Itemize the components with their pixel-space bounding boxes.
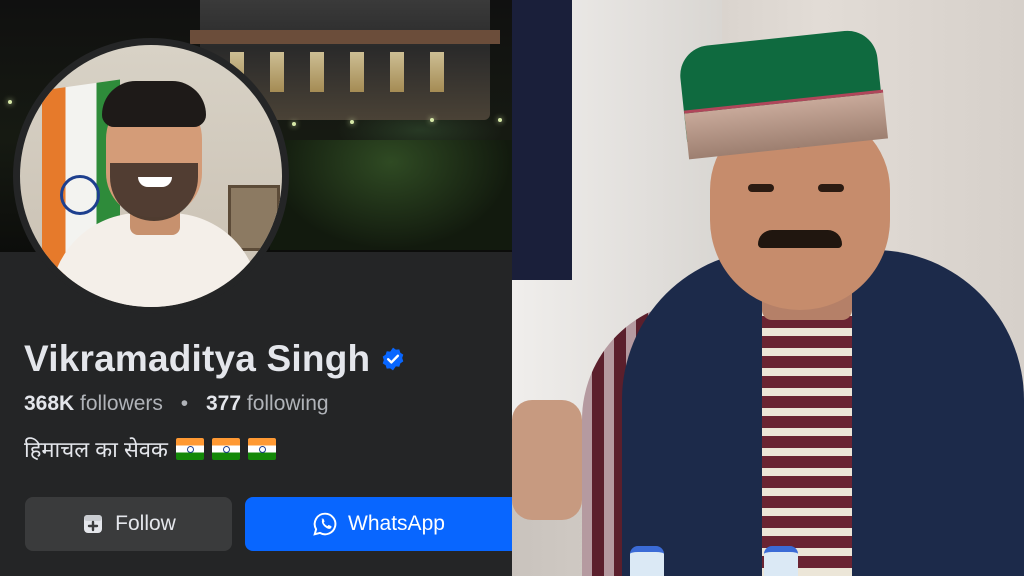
india-flag-icon xyxy=(211,438,240,460)
profile-name: Vikramaditya Singh xyxy=(24,338,371,379)
india-flag-icon xyxy=(175,438,204,460)
follow-button-label: Follow xyxy=(115,512,176,535)
cover-lawn xyxy=(270,140,512,250)
following-count[interactable]: 377 xyxy=(206,392,241,415)
news-photo xyxy=(512,0,1024,576)
follow-stats: 368K followers • 377 following xyxy=(24,392,329,416)
water-bottle xyxy=(630,546,664,576)
verified-badge-icon[interactable] xyxy=(380,346,406,372)
whatsapp-icon xyxy=(313,512,337,536)
add-friend-icon xyxy=(84,515,103,533)
mustache xyxy=(758,230,842,248)
whatsapp-button-label: WhatsApp xyxy=(348,512,445,535)
whatsapp-button[interactable]: WhatsApp xyxy=(245,497,512,551)
profile-panel: Vikramaditya Singh 368K followers • 377 … xyxy=(0,0,512,576)
india-flag-icon xyxy=(247,438,276,460)
followers-label[interactable]: followers xyxy=(80,392,163,415)
water-bottle xyxy=(764,546,798,576)
following-label[interactable]: following xyxy=(247,392,329,415)
bio-text: हिमाचल का सेवक xyxy=(24,437,168,462)
follow-button[interactable]: Follow xyxy=(25,497,232,551)
profile-name-row: Vikramaditya Singh xyxy=(24,338,406,380)
followers-count[interactable]: 368K xyxy=(24,392,74,415)
stats-separator: • xyxy=(180,392,189,415)
profile-bio: हिमाचल का सेवक xyxy=(24,434,276,464)
hand xyxy=(512,400,582,520)
profile-avatar[interactable] xyxy=(20,45,282,307)
